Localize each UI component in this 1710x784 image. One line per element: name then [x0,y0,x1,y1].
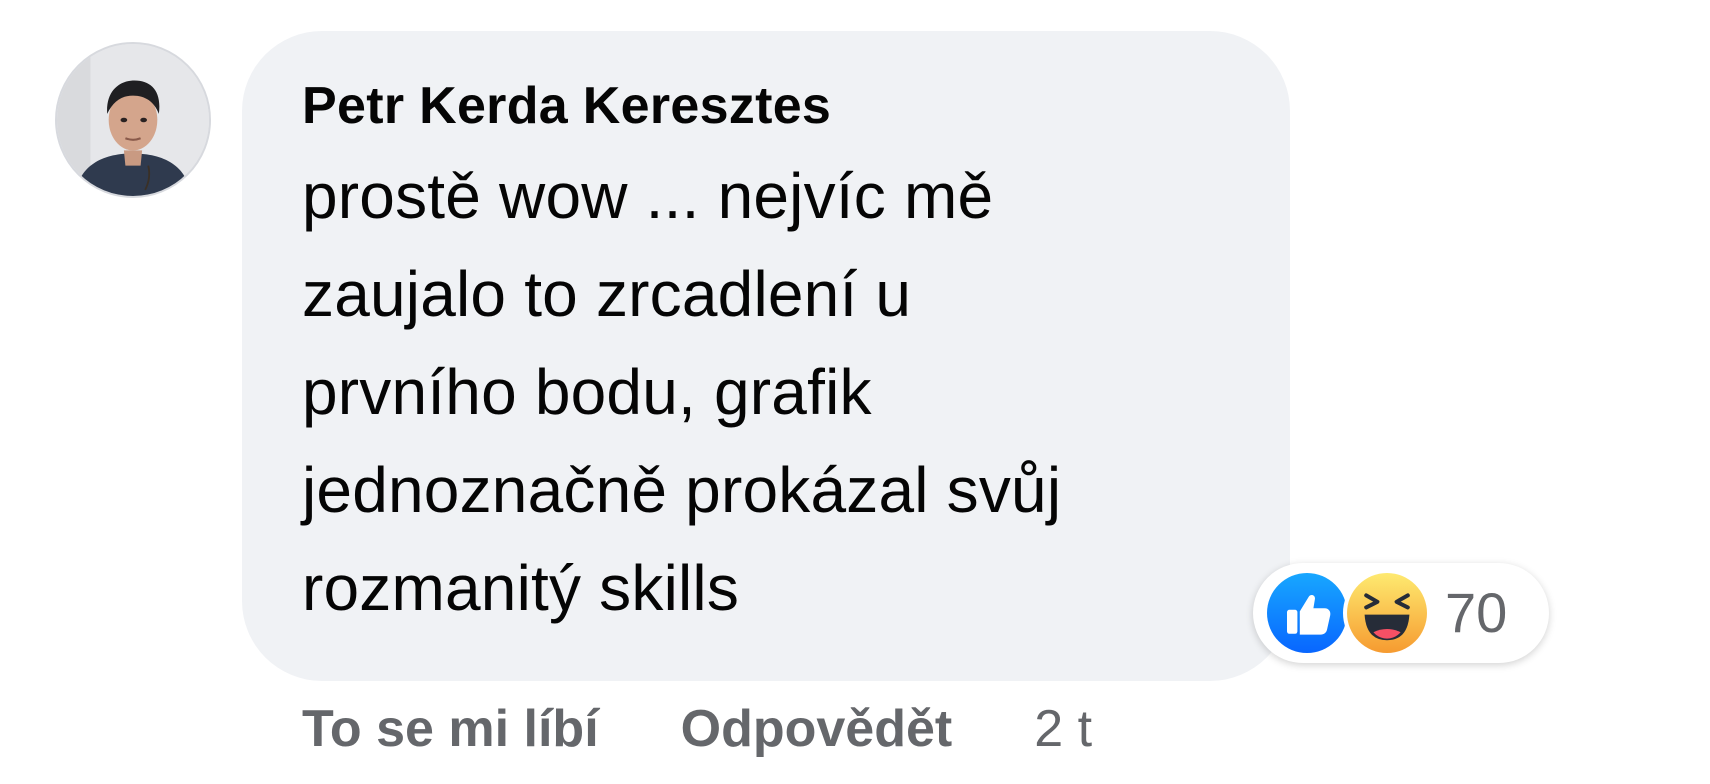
reply-button[interactable]: Odpovědět [681,703,953,755]
user-photo-icon [57,44,209,196]
like-icon [1263,569,1351,657]
comment-bubble: Petr Kerda Keresztes prostě wow ... nejv… [242,31,1290,681]
comment-timestamp[interactable]: 2 t [1034,703,1092,755]
comment-actions: To se mi líbí Odpovědět 2 t [302,694,1092,764]
avatar[interactable] [55,42,211,198]
reaction-count: 70 [1445,581,1508,644]
like-button[interactable]: To se mi líbí [302,703,599,755]
comment-author[interactable]: Petr Kerda Keresztes [302,77,1260,137]
comment-text: prostě wow ... nejvíc mě zaujalo to zrca… [302,159,1062,624]
reactions-summary[interactable]: 70 [1253,563,1549,663]
haha-icon [1343,569,1431,657]
